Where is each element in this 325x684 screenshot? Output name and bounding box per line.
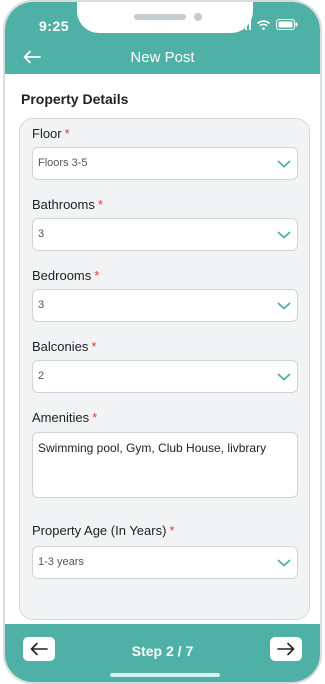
chevron-down-icon <box>277 160 291 168</box>
property-details-card: Floor * Floors 3-5 Bathrooms * 3 Bedrooms *… <box>19 118 310 620</box>
section-title: Property Details <box>21 91 129 107</box>
top-bar: 9:25 New Post <box>5 2 320 74</box>
floor-select[interactable]: Floors 3-5 <box>32 147 298 180</box>
battery-icon <box>276 19 298 30</box>
app-bar: New Post <box>5 42 320 74</box>
balconies-label: Balconies * <box>32 339 96 354</box>
balconies-label-text: Balconies <box>32 339 89 354</box>
arrow-right-icon <box>277 642 295 656</box>
home-indicator[interactable] <box>110 673 220 677</box>
wifi-icon <box>257 19 270 30</box>
required-mark: * <box>169 523 175 538</box>
bedrooms-value: 3 <box>38 299 45 311</box>
required-mark: * <box>91 339 97 354</box>
amenities-value: Swimming pool, Gym, Club House, livbrary <box>38 441 267 455</box>
amenities-label-text: Amenities <box>32 410 90 425</box>
camera <box>194 13 202 21</box>
floor-label-text: Floor <box>32 126 62 141</box>
balconies-value: 2 <box>38 370 45 382</box>
required-mark: * <box>97 197 103 212</box>
balconies-select[interactable]: 2 <box>32 360 298 393</box>
required-mark: * <box>94 268 100 283</box>
bathrooms-select[interactable]: 3 <box>32 218 298 251</box>
chevron-down-icon <box>277 231 291 239</box>
required-mark: * <box>92 410 98 425</box>
chevron-down-icon <box>277 302 291 310</box>
bathrooms-label: Bathrooms * <box>32 197 103 212</box>
required-mark: * <box>64 126 70 141</box>
amenities-textarea[interactable]: Swimming pool, Gym, Club House, livbrary <box>32 432 298 498</box>
floor-value: Floors 3-5 <box>38 157 88 169</box>
notch <box>77 2 253 33</box>
chevron-down-icon <box>277 373 291 381</box>
bathrooms-label-text: Bathrooms <box>32 197 95 212</box>
bathrooms-value: 3 <box>38 228 45 240</box>
status-time: 9:25 <box>39 18 70 34</box>
bedrooms-label-text: Bedrooms <box>32 268 92 283</box>
bedrooms-select[interactable]: 3 <box>32 289 298 322</box>
step-footer: Step 2 / 7 <box>5 624 320 682</box>
chevron-down-icon <box>277 559 291 567</box>
bedrooms-label: Bedrooms * <box>32 268 99 283</box>
property-age-label: Property Age (In Years) * <box>32 523 174 538</box>
phone-frame: 9:25 New Post Property Details Floor * F… <box>3 0 322 684</box>
next-step-button[interactable] <box>270 637 302 661</box>
property-age-select[interactable]: 1-3 years <box>32 546 298 579</box>
speaker <box>134 14 186 20</box>
page-title: New Post <box>130 49 195 66</box>
property-age-label-text: Property Age (In Years) <box>32 523 167 538</box>
floor-label: Floor * <box>32 126 70 141</box>
property-age-value: 1-3 years <box>38 556 84 568</box>
amenities-label: Amenities * <box>32 410 97 425</box>
